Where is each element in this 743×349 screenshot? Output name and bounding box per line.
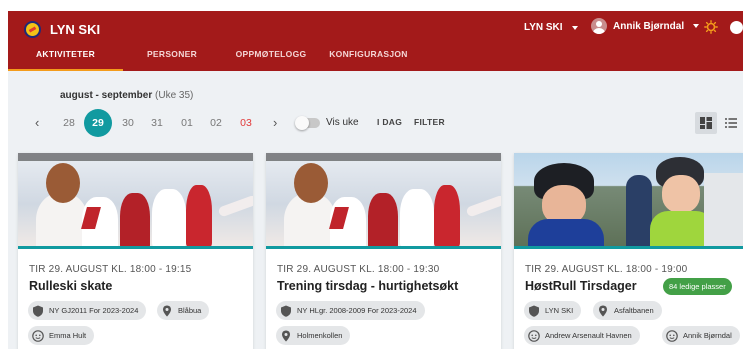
tab-aktiviteter[interactable]: AKTIVITETER bbox=[8, 44, 123, 71]
brand[interactable]: LYN SKI bbox=[24, 19, 100, 39]
day-30[interactable]: 30 bbox=[114, 109, 142, 137]
day-selector: ‹ 28 29 30 31 01 02 03 › Vis uke I DAG F… bbox=[8, 109, 743, 137]
chevron-left-icon[interactable]: ‹ bbox=[35, 115, 39, 130]
tab-personer[interactable]: PERSONER bbox=[123, 44, 221, 71]
period-months: august - september bbox=[60, 90, 153, 101]
coach-label: Emma Hult bbox=[49, 331, 87, 340]
group-label: NY GJ2011 For 2023-2024 bbox=[49, 306, 139, 315]
card-accent bbox=[266, 246, 501, 249]
user-avatar-icon bbox=[591, 18, 607, 34]
activity-photo bbox=[514, 153, 743, 246]
coach-chip[interactable]: Emma Hult bbox=[28, 326, 95, 345]
face-icon bbox=[528, 329, 540, 342]
tab-oppmotelogg[interactable]: OPPMØTELOGG bbox=[221, 44, 321, 71]
chevron-down-icon bbox=[693, 24, 700, 28]
group-chip[interactable]: NY HLgr. 2008-2009 For 2023-2024 bbox=[276, 301, 425, 320]
card-title: HøstRull Tirsdager bbox=[525, 279, 637, 293]
group-chip[interactable]: NY GJ2011 For 2023-2024 bbox=[28, 301, 147, 320]
activities-page: august - september (Uke 35) ‹ 28 29 30 3… bbox=[8, 71, 743, 349]
day-03[interactable]: 03 bbox=[232, 109, 260, 137]
activity-photo bbox=[18, 153, 253, 246]
main-tabs: AKTIVITETER PERSONER OPPMØTELOGG KONFIGU… bbox=[8, 44, 416, 71]
day-28[interactable]: 28 bbox=[55, 109, 83, 137]
user-menu[interactable]: Annik Bjørndal bbox=[591, 18, 700, 34]
theme-toggle[interactable] bbox=[730, 21, 743, 34]
activity-card[interactable]: TIR 29. AUGUST KL. 18:00 - 19:15 Rullesk… bbox=[18, 153, 253, 349]
grid-view-icon bbox=[700, 117, 712, 129]
activity-card[interactable]: TIR 29. AUGUST KL. 18:00 - 19:30 Trening… bbox=[266, 153, 501, 349]
day-02[interactable]: 02 bbox=[202, 109, 230, 137]
location-chip[interactable]: Holmenkollen bbox=[276, 326, 351, 345]
filter-button[interactable]: FILTER bbox=[414, 117, 445, 127]
club-logo bbox=[24, 20, 41, 38]
card-date: TIR 29. AUGUST KL. 18:00 - 19:15 bbox=[29, 264, 192, 275]
week-view-label: Vis uke bbox=[326, 117, 359, 128]
location-label: Blåbua bbox=[178, 306, 202, 315]
group-chip[interactable]: LYN SKI bbox=[524, 301, 582, 320]
list-view-button[interactable] bbox=[720, 112, 742, 134]
period-label: august - september (Uke 35) bbox=[60, 90, 193, 101]
list-view-icon bbox=[725, 118, 737, 128]
location-chip[interactable]: Blåbua bbox=[157, 301, 210, 320]
coach-label: Annik Bjørndal bbox=[683, 331, 732, 340]
period-week: (Uke 35) bbox=[155, 90, 194, 101]
group-label: LYN SKI bbox=[545, 306, 574, 315]
card-date: TIR 29. AUGUST KL. 18:00 - 19:00 bbox=[525, 264, 688, 275]
shield-icon bbox=[529, 305, 539, 317]
card-date: TIR 29. AUGUST KL. 18:00 - 19:30 bbox=[277, 264, 440, 275]
today-button[interactable]: I DAG bbox=[377, 117, 402, 127]
chevron-right-icon[interactable]: › bbox=[273, 115, 277, 130]
location-label: Holmenkollen bbox=[297, 331, 343, 340]
week-view-switch[interactable] bbox=[295, 116, 320, 130]
card-accent bbox=[18, 246, 253, 249]
chevron-down-icon bbox=[571, 25, 578, 30]
location-pin-icon bbox=[282, 330, 290, 341]
grid-view-button[interactable] bbox=[695, 112, 717, 134]
card-accent bbox=[514, 246, 743, 249]
shield-icon bbox=[281, 305, 291, 317]
day-01[interactable]: 01 bbox=[173, 109, 201, 137]
card-title: Trening tirsdag - hurtighetsøkt bbox=[277, 279, 459, 293]
sun-icon[interactable] bbox=[704, 20, 718, 34]
tab-konfigurasjon[interactable]: KONFIGURASJON bbox=[321, 44, 416, 71]
available-spots-badge: 84 ledige plasser bbox=[663, 278, 732, 295]
location-chip[interactable]: Asfaltbanen bbox=[593, 301, 662, 320]
card-title: Rulleski skate bbox=[29, 279, 113, 293]
coach-label: Andrew Arsenault Havnen bbox=[545, 331, 632, 340]
location-label: Asfaltbanen bbox=[614, 306, 654, 315]
location-pin-icon bbox=[599, 305, 607, 316]
club-selector-label: LYN SKI bbox=[524, 22, 563, 33]
coach-chip[interactable]: Annik Bjørndal bbox=[662, 326, 740, 345]
activity-card[interactable]: TIR 29. AUGUST KL. 18:00 - 19:00 HøstRul… bbox=[514, 153, 743, 349]
coach-chip[interactable]: Andrew Arsenault Havnen bbox=[524, 326, 640, 345]
group-label: NY HLgr. 2008-2009 For 2023-2024 bbox=[297, 306, 417, 315]
day-31[interactable]: 31 bbox=[143, 109, 171, 137]
face-icon bbox=[32, 329, 44, 342]
location-pin-icon bbox=[163, 305, 171, 316]
day-29[interactable]: 29 bbox=[84, 109, 112, 137]
shield-icon bbox=[33, 305, 43, 317]
face-icon bbox=[666, 329, 678, 342]
user-name: Annik Bjørndal bbox=[613, 20, 685, 32]
activity-photo bbox=[266, 153, 501, 246]
club-selector[interactable]: LYN SKI bbox=[524, 22, 578, 33]
app-title: LYN SKI bbox=[50, 21, 101, 37]
